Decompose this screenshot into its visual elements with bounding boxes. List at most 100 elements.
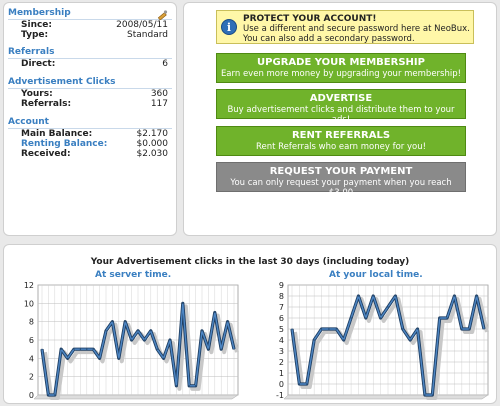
data-point [201, 330, 203, 332]
data-point [73, 348, 75, 350]
clicks-chart-panel: Your Advertisement clicks in the last 30… [3, 244, 497, 404]
data-point [79, 348, 81, 350]
received-value: $2.030 [136, 149, 169, 159]
data-point [461, 328, 463, 330]
data-point [306, 383, 308, 385]
data-point [365, 317, 367, 319]
y-tick-label: 10 [24, 299, 34, 308]
renting-balance-label[interactable]: Renting Balance: [21, 139, 107, 149]
data-point [291, 328, 293, 330]
actions-panel: i PROTECT YOUR ACCOUNT! Use a different … [183, 2, 497, 236]
advertise-title: ADVERTISE [309, 93, 373, 104]
rent-title: RENT REFERRALS [291, 130, 391, 141]
ad-clicks-title: Advertisement Clicks [8, 77, 116, 87]
data-point [468, 328, 470, 330]
data-point [41, 348, 43, 350]
yours-value: 360 [150, 89, 168, 99]
y-tick-label: 3 [279, 347, 284, 356]
y-tick-label: 1 [279, 369, 284, 378]
advertise-subtitle: Buy advertisement clicks and distribute … [227, 105, 455, 125]
data-point [227, 321, 229, 323]
data-point [453, 295, 456, 297]
plot-floor [33, 394, 239, 400]
main-balance-label: Main Balance: [21, 129, 93, 139]
received-label: Received: [21, 149, 71, 159]
data-point [424, 394, 426, 396]
data-point [476, 295, 478, 297]
y-tick-label: 4 [279, 336, 284, 345]
data-point [150, 330, 152, 332]
data-point [387, 306, 389, 308]
info-icon: i [221, 19, 237, 35]
data-point [207, 348, 209, 350]
y-tick-label: 2 [29, 373, 34, 382]
y-tick-label: 4 [29, 354, 34, 363]
request-payment-button[interactable]: REQUEST YOUR PAYMENT You can only reques… [216, 162, 466, 198]
y-tick-label: 8 [29, 318, 34, 327]
upgrade-title: UPGRADE YOUR MEMBERSHIP [257, 57, 425, 68]
local-time-chart: -1 0 1 2 3 4 5 6 7 8 9 [276, 281, 489, 400]
request-subtitle: You can only request your payment when y… [230, 178, 452, 198]
advertise-button[interactable]: ADVERTISE Buy advertisement clicks and d… [216, 89, 466, 125]
edit-icon[interactable] [157, 9, 168, 20]
renting-balance-row[interactable]: Renting Balance: $0.000 [4, 139, 176, 149]
y-tick-label: 8 [279, 292, 284, 301]
data-point [118, 357, 120, 359]
y-tick-label: 0 [29, 391, 34, 400]
upgrade-subtitle: Earn even more money by upgrading your m… [220, 69, 462, 79]
data-point [313, 339, 315, 341]
data-point [328, 328, 330, 330]
upgrade-membership-button[interactable]: UPGRADE YOUR MEMBERSHIP Earn even more m… [216, 53, 466, 83]
rent-subtitle: Rent Referrals who earn money for you! [255, 142, 427, 152]
rent-referrals-button[interactable]: RENT REFERRALS Rent Referrals who earn m… [216, 126, 466, 156]
type-label: Type: [21, 30, 49, 40]
chart-title: Your Advertisement clicks in the last 30… [90, 257, 410, 267]
yours-label: Yours: [21, 89, 53, 99]
y-tick-label: 7 [279, 303, 284, 312]
notice-text: PROTECT YOUR ACCOUNT! Use a different an… [243, 11, 470, 44]
data-point [156, 348, 158, 350]
data-point [431, 394, 433, 396]
data-point [131, 339, 133, 341]
ref-clicks-row: Referrals: 117 [4, 99, 176, 109]
protect-account-notice: i PROTECT YOUR ACCOUNT! Use a different … [216, 10, 474, 44]
since-row: Since: 2008/05/11 [4, 20, 176, 30]
renting-balance-value: $0.000 [136, 139, 169, 149]
direct-label: Direct: [21, 59, 56, 69]
plot-floor [283, 394, 489, 400]
data-point [446, 317, 448, 319]
data-point [163, 357, 165, 359]
received-row: Received: $2.030 [4, 149, 176, 159]
data-point [409, 339, 411, 341]
data-point [233, 348, 235, 350]
data-point [143, 339, 145, 341]
data-point [105, 330, 107, 332]
notice-line1: Use a different and secure password here… [243, 24, 470, 34]
y-tick-label: 5 [279, 325, 284, 334]
data-point [169, 339, 171, 341]
data-point [380, 317, 382, 319]
data-point [124, 321, 126, 323]
data-point [67, 357, 69, 359]
account-summary-panel: Membership Since: 2008/05/11 Type: Stand… [3, 2, 177, 236]
y-tick-label: 6 [279, 314, 284, 323]
data-point [188, 385, 190, 387]
membership-title: Membership [8, 8, 71, 18]
type-value: Standard [127, 30, 168, 40]
main-balance-row: Main Balance: $2.170 [4, 129, 176, 139]
y-tick-label: -1 [276, 391, 284, 400]
y-tick-label: 9 [279, 281, 284, 290]
y-tick-label: 0 [279, 380, 284, 389]
data-point [54, 394, 56, 396]
data-point [394, 295, 396, 297]
y-tick-label: 12 [24, 281, 34, 290]
data-point [214, 311, 216, 314]
data-point [47, 394, 50, 396]
notice-title: PROTECT YOUR ACCOUNT! [243, 14, 377, 24]
data-point [320, 328, 323, 330]
account-section: Account Main Balance: $2.170 Renting Bal… [4, 117, 176, 159]
data-point [195, 385, 197, 387]
ref-clicks-value: 117 [150, 99, 168, 109]
data-point [99, 357, 101, 359]
data-point [416, 328, 419, 330]
